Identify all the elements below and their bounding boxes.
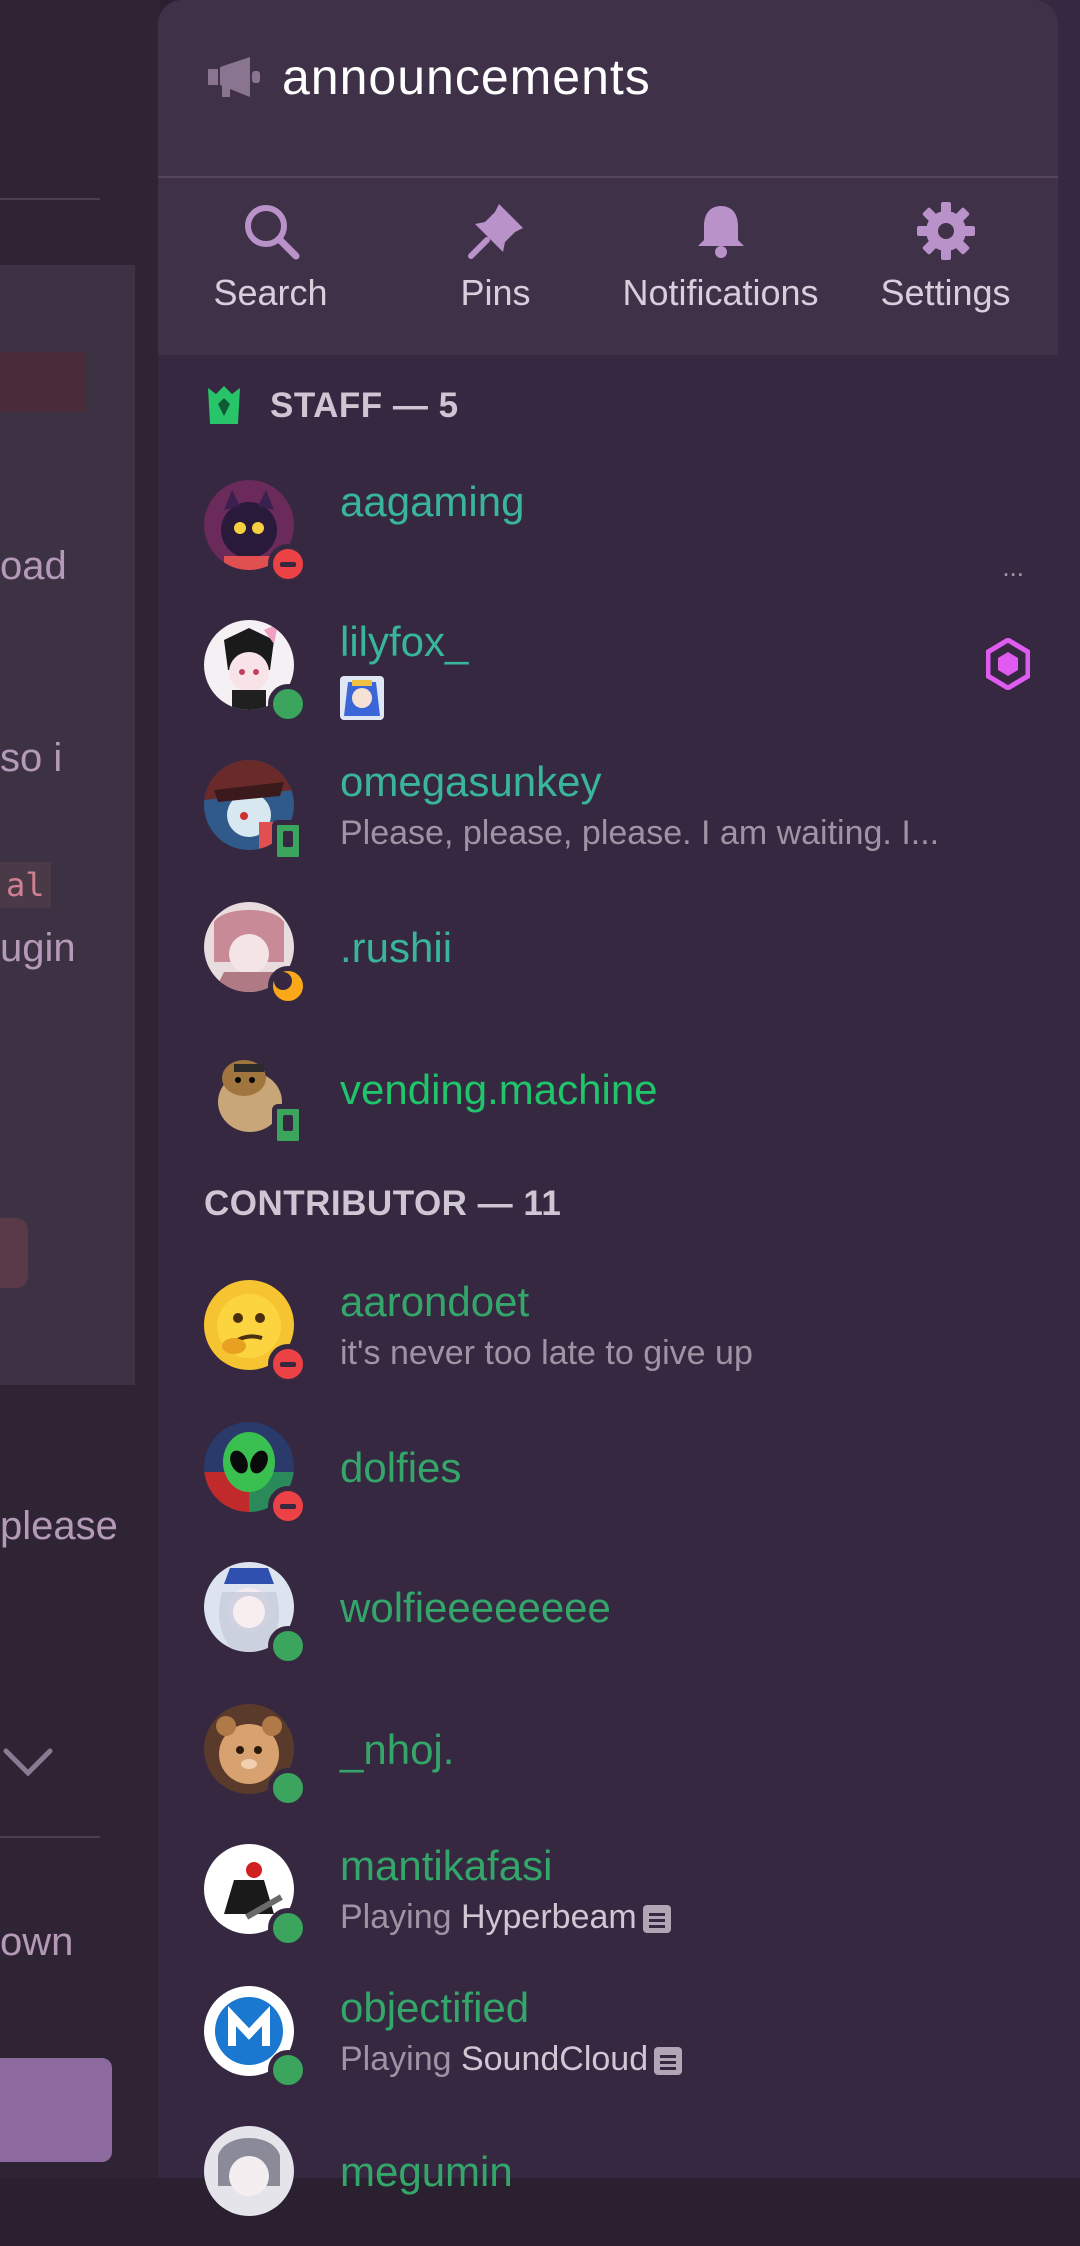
member-name: dolfies [340, 1444, 462, 1491]
member-omegasunkey[interactable]: omegasunkey Please, please, please. I am… [204, 758, 1054, 880]
chat-fragment: own [0, 1920, 74, 1964]
custom-status-text: it's never too late to give up [340, 1334, 753, 1372]
code-fragment: al [0, 862, 51, 908]
divider [0, 198, 100, 200]
member-name: objectified [340, 1984, 530, 2031]
notifications-button[interactable]: Notifications [608, 200, 833, 314]
member-name: lilyfox_ [340, 618, 469, 665]
mobile-status-icon [272, 820, 304, 862]
online-status-icon [268, 684, 308, 724]
member-objectified[interactable]: objectified Playing SoundCloud [204, 1984, 1054, 2106]
member-aarondoet[interactable]: aarondoet it's never too late to give up [204, 1278, 1054, 1400]
member-lilyfox[interactable]: lilyfox_ [204, 618, 1054, 740]
member-mantikafasi[interactable]: mantikafasi Playing Hyperbeam [204, 1842, 1054, 1964]
search-button[interactable]: Search [158, 200, 383, 314]
chat-fragment: oad [0, 544, 67, 588]
member-nhoj[interactable]: _nhoj. [204, 1704, 1054, 1824]
member-name: aagaming [340, 478, 525, 525]
background-button[interactable] [0, 2058, 112, 2162]
idle-status-icon [268, 966, 308, 1006]
member-aagaming[interactable]: aagaming ... [204, 478, 1054, 600]
background-chat: oad so i al ugin please own [0, 0, 160, 2178]
member-rushii[interactable]: .rushii [204, 902, 1054, 1022]
activity-name: SoundCloud [460, 2040, 649, 2078]
action-label: Notifications [622, 272, 819, 313]
section-title: STAFF — 5 [270, 386, 459, 425]
member-megumin[interactable]: megumin [204, 2126, 1054, 2246]
activity-text: Playing Hyperbeam [340, 1898, 1020, 1937]
dnd-status-icon [268, 1486, 308, 1526]
member-name: megumin [340, 2148, 513, 2195]
online-status-icon [268, 1626, 308, 1666]
member-dolfies[interactable]: dolfies [204, 1422, 1054, 1542]
activity-prefix: Playing [340, 2040, 452, 2078]
action-label: Search [213, 272, 328, 313]
dnd-status-icon [268, 1344, 308, 1384]
action-label: Pins [460, 272, 531, 313]
divider [0, 1836, 100, 1838]
chat-fragment: ugin [0, 926, 76, 970]
message-block [0, 265, 135, 1385]
contributor-section-header: CONTRIBUTOR — 11 [204, 1184, 561, 1224]
activity-prefix: Playing [340, 1898, 452, 1936]
member-name: omegasunkey [340, 758, 602, 805]
custom-status-text: Please, please, please. I am waiting. I.… [340, 814, 940, 852]
channel-actions: Search Pins Notifications Settings [158, 200, 1058, 314]
gear-icon [916, 202, 975, 260]
pins-button[interactable]: Pins [383, 200, 608, 314]
rich-presence-icon [654, 2047, 683, 2076]
channel-drawer: announcements Search Pins Notifications … [158, 0, 1080, 2216]
online-status-icon [268, 2050, 308, 2090]
member-name: wolfieeeeeeee [340, 1584, 611, 1631]
member-wolfieeeeeeee[interactable]: wolfieeeeeeee [204, 1562, 1054, 1682]
settings-button[interactable]: Settings [833, 200, 1058, 314]
search-icon [244, 205, 299, 260]
channel-name: announcements [282, 49, 651, 105]
dnd-status-icon [268, 544, 308, 584]
channel-title-row: announcements [206, 48, 651, 106]
megaphone-icon [208, 57, 260, 97]
reaction [0, 1218, 28, 1288]
pin-icon [467, 204, 523, 259]
divider [158, 176, 1058, 178]
mobile-status-icon [272, 1104, 304, 1146]
member-vending-machine[interactable]: vending.machine [204, 1044, 1054, 1164]
highlight-bar [0, 352, 86, 412]
nitro-icon [986, 638, 1030, 690]
action-label: Settings [880, 272, 1011, 313]
rich-presence-icon [642, 1905, 671, 1934]
member-name: vending.machine [340, 1066, 658, 1113]
activity-text: Playing SoundCloud [340, 2040, 1020, 2079]
member-name: .rushii [340, 924, 453, 971]
member-name: _nhoj. [340, 1726, 455, 1773]
chat-fragment: please [0, 1504, 118, 1548]
online-status-icon [268, 1908, 308, 1948]
bell-icon [697, 206, 744, 258]
staff-section-header: STAFF — 5 [204, 384, 459, 428]
chevron-down-icon[interactable] [0, 1740, 56, 1794]
section-title: CONTRIBUTOR — 11 [204, 1184, 562, 1223]
more-icon: ... [1002, 552, 1024, 582]
member-name: mantikafasi [340, 1842, 553, 1889]
avatar [204, 2126, 294, 2216]
chat-fragment: so i [0, 736, 63, 780]
staff-role-icon [208, 386, 240, 424]
member-name: aarondoet [340, 1278, 530, 1325]
custom-status-emoji [340, 676, 384, 720]
activity-name: Hyperbeam [460, 1898, 637, 1936]
channel-header: announcements Search Pins Notifications … [158, 0, 1058, 355]
online-status-icon [268, 1768, 308, 1808]
